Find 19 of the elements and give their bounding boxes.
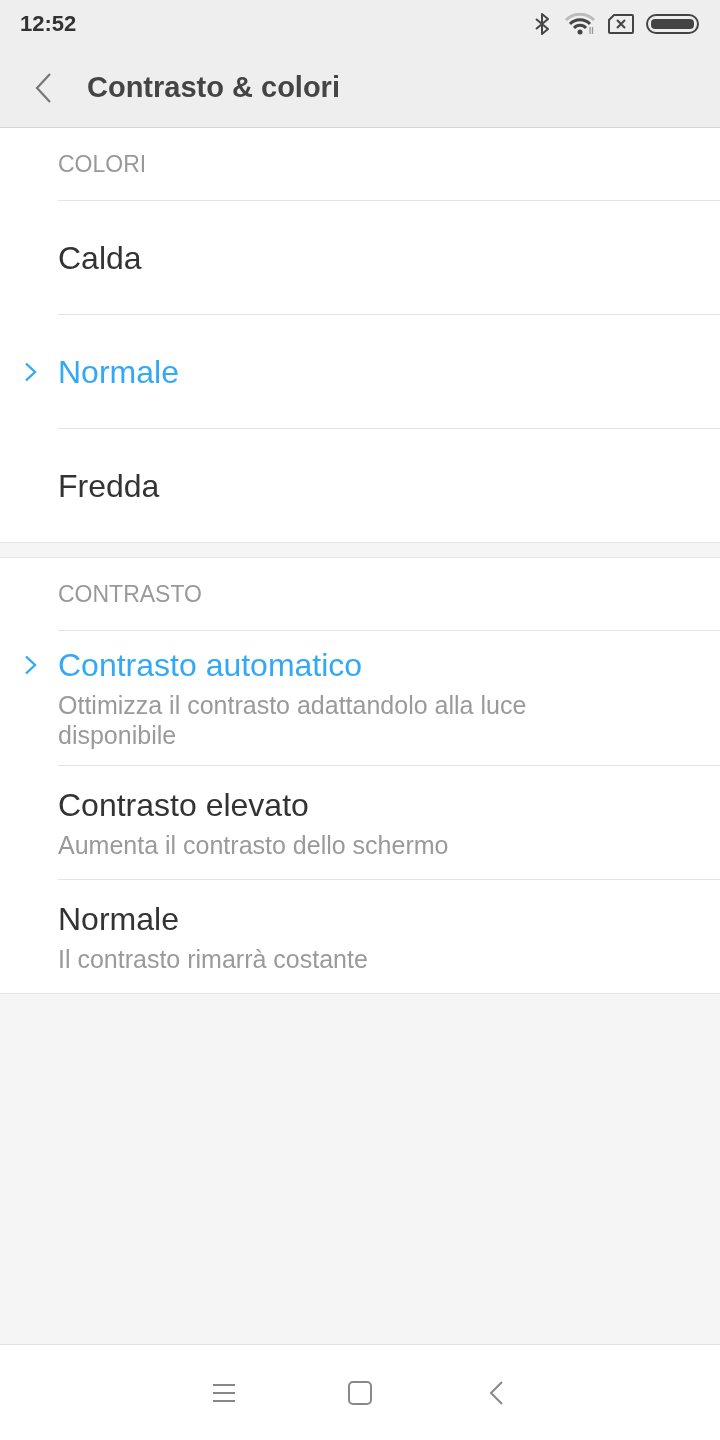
back-icon[interactable]	[489, 1380, 503, 1405]
section-header: COLORI	[58, 149, 147, 179]
menu-icon[interactable]	[213, 1382, 235, 1403]
section-header: CONTRASTO	[58, 579, 202, 609]
option-label[interactable]: Normale	[58, 899, 179, 938]
option-label[interactable]: Fredda	[58, 466, 160, 505]
home-icon[interactable]	[348, 1380, 372, 1405]
option-description: Il contrasto rimarrà costante	[58, 943, 369, 974]
wifi-icon	[565, 13, 595, 35]
option-description: Ottimizza il contrasto adattandolo alla luce disponibile	[58, 690, 528, 750]
screen-title: Contrasto & colori	[87, 69, 340, 105]
option-label[interactable]: Calda	[58, 238, 142, 277]
status-time: 12:52	[20, 13, 77, 35]
option-description: Aumenta il contrasto dello schermo	[58, 829, 450, 860]
battery-icon	[646, 14, 699, 34]
option-label[interactable]: Contrasto elevato	[58, 785, 309, 824]
back-icon[interactable]	[35, 72, 51, 103]
bluetooth-icon	[534, 12, 550, 36]
sim-card-icon	[608, 14, 634, 34]
